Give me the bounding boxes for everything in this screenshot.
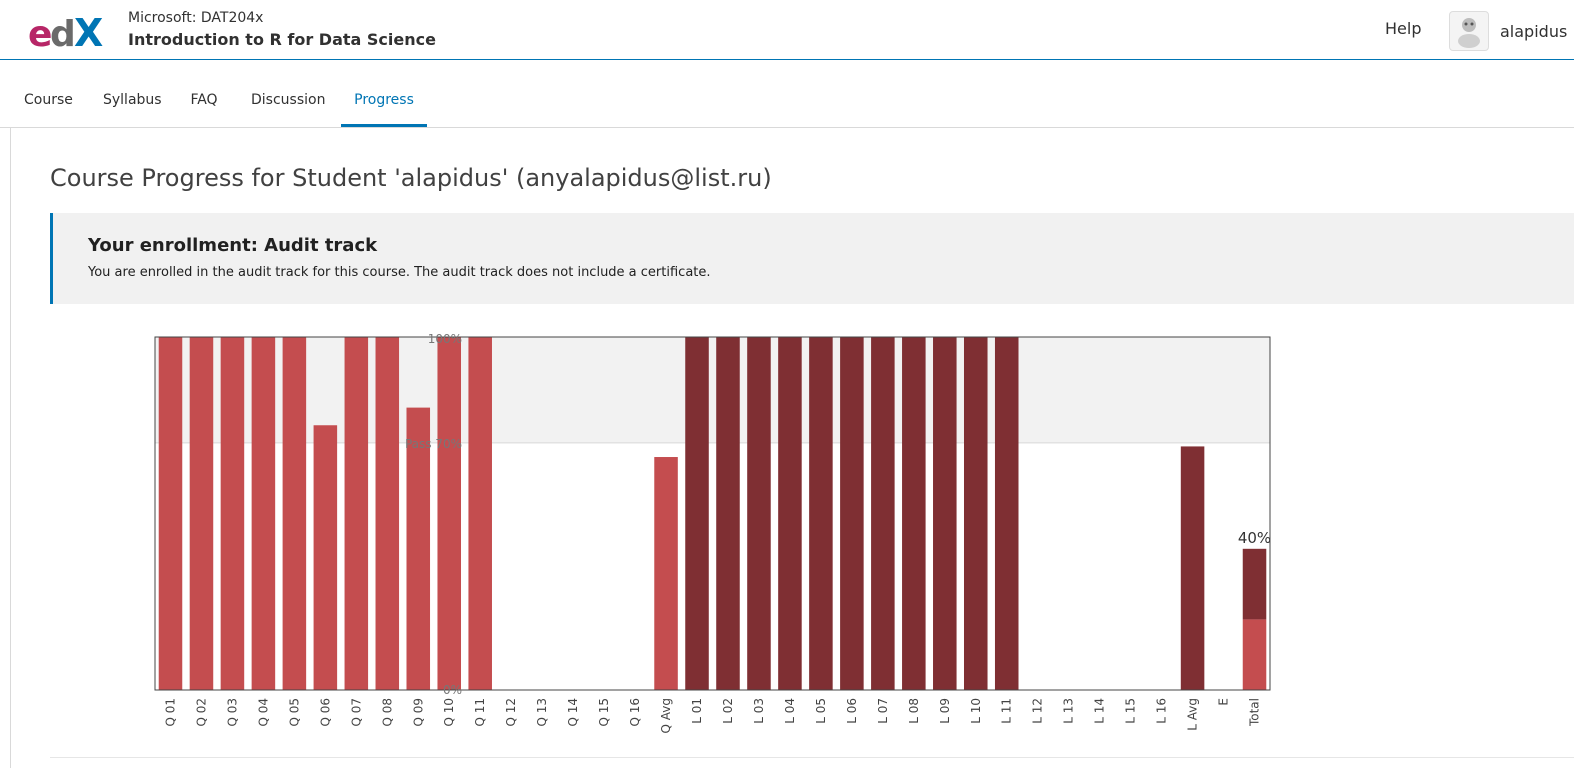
x-tick-label: L 06 bbox=[845, 698, 859, 724]
y-tick-label: Pass 70% bbox=[405, 437, 462, 451]
bar bbox=[685, 337, 709, 690]
bar bbox=[189, 337, 214, 690]
bar bbox=[375, 337, 400, 690]
x-tick-label: L 01 bbox=[690, 698, 704, 724]
x-tick-label: Q 12 bbox=[504, 698, 518, 727]
x-tick-label: Q 11 bbox=[473, 698, 487, 727]
x-tick-label: L 04 bbox=[783, 698, 797, 724]
x-tick-label: Q 07 bbox=[349, 698, 363, 727]
x-tick-label: Q 09 bbox=[411, 698, 425, 727]
bar bbox=[654, 457, 678, 690]
bar bbox=[282, 337, 307, 690]
x-tick-label: Q 03 bbox=[225, 698, 239, 727]
bar bbox=[344, 337, 369, 690]
bar bbox=[809, 337, 833, 690]
x-tick-label: L 05 bbox=[814, 698, 828, 724]
y-tick-label: 0% bbox=[443, 683, 462, 697]
total-label: 40% bbox=[1238, 529, 1271, 547]
bar bbox=[468, 337, 492, 690]
bar bbox=[747, 337, 771, 690]
x-tick-label: L 13 bbox=[1062, 698, 1076, 724]
bar bbox=[716, 337, 740, 690]
bar bbox=[933, 337, 957, 690]
divider bbox=[50, 757, 1574, 758]
x-tick-label: Q 04 bbox=[256, 698, 270, 727]
bar bbox=[963, 337, 988, 690]
x-tick-label: Q Avg bbox=[659, 698, 673, 733]
x-tick-label: L 02 bbox=[721, 698, 735, 724]
x-tick-label: Q 14 bbox=[566, 698, 580, 727]
bar bbox=[902, 337, 926, 690]
x-tick-label: L 09 bbox=[938, 698, 952, 724]
x-tick-label: Total bbox=[1248, 698, 1262, 727]
x-tick-label: L 11 bbox=[1000, 698, 1014, 724]
x-tick-label: L 08 bbox=[907, 698, 921, 724]
x-tick-label: L 14 bbox=[1093, 698, 1107, 724]
y-tick-label: 100% bbox=[428, 332, 462, 346]
grade-chart: 40% 100% Pass 70% 0% Q 01 Q 02 Q 03 Q 04 Q 05 Q 0… bbox=[154, 332, 1271, 733]
bar bbox=[220, 337, 245, 690]
bar bbox=[871, 337, 895, 690]
x-tick-label: L Avg bbox=[1186, 698, 1200, 731]
bar bbox=[251, 337, 276, 690]
x-tick-label: Q 13 bbox=[535, 698, 549, 727]
bar bbox=[158, 337, 183, 690]
x-tick-label: Q 05 bbox=[287, 698, 301, 727]
bar bbox=[437, 337, 462, 690]
x-tick-label: L 03 bbox=[752, 698, 766, 724]
x-tick-label: L 15 bbox=[1124, 698, 1138, 724]
x-tick-label: Q 08 bbox=[380, 698, 394, 727]
x-tick-label: L 12 bbox=[1031, 698, 1045, 724]
bar-total-lab bbox=[1242, 548, 1267, 620]
x-tick-label: Q 02 bbox=[194, 698, 208, 727]
x-tick-label: Q 10 bbox=[442, 698, 456, 727]
x-tick-label: E bbox=[1217, 698, 1231, 706]
x-tick-label: Q 06 bbox=[318, 698, 332, 727]
x-tick-label: Q 15 bbox=[597, 698, 611, 727]
bar bbox=[840, 337, 864, 690]
x-tick-label: Q 16 bbox=[628, 698, 642, 727]
bar-total-quiz bbox=[1242, 619, 1267, 690]
x-tick-label: L 16 bbox=[1155, 698, 1169, 724]
x-tick-label: Q 01 bbox=[163, 698, 177, 727]
bar bbox=[1180, 446, 1205, 690]
bar bbox=[994, 337, 1019, 690]
x-tick-label: L 07 bbox=[876, 698, 890, 724]
x-tick-label: L 10 bbox=[969, 698, 983, 724]
bar bbox=[313, 425, 338, 690]
bar bbox=[778, 337, 802, 690]
